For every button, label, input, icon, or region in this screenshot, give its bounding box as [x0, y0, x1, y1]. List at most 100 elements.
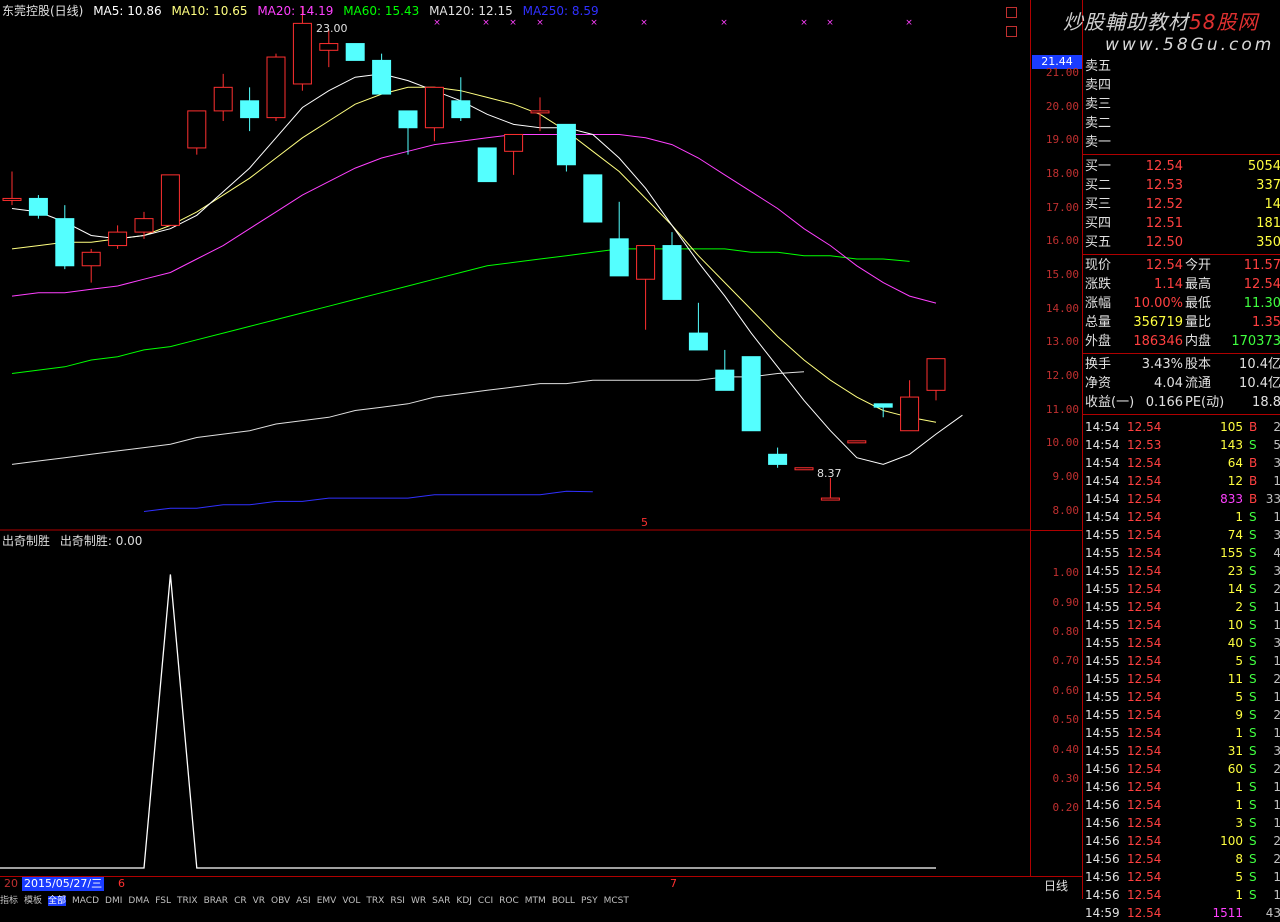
candle-body	[213, 86, 233, 112]
indicator-tab[interactable]: KDJ	[456, 896, 472, 906]
period-selector[interactable]: 日线	[1044, 877, 1068, 894]
candle-body	[345, 43, 365, 61]
stock-title[interactable]: 东莞控股(日线)	[2, 4, 83, 18]
indicator-tick: 0.90	[1052, 595, 1080, 609]
candle-body	[134, 218, 154, 233]
indicator-tab[interactable]: 全部	[48, 896, 67, 906]
tick-trade-row: 14:55 12.54 40 S 3	[1085, 636, 1280, 650]
candle-body	[715, 369, 735, 391]
indicator-tab[interactable]: RSI	[390, 896, 405, 906]
tick-trade-row: 14:55 12.54 23 S 3	[1085, 564, 1280, 578]
indicator-tab[interactable]: FSL	[155, 896, 171, 906]
restore-icon[interactable]	[1006, 7, 1017, 18]
indicator-tab[interactable]: BOLL	[552, 896, 575, 906]
candle-body	[768, 453, 788, 465]
price-tick: 19.00	[1045, 133, 1079, 147]
section-marker: 5	[641, 516, 648, 529]
indicator-tab[interactable]: CR	[234, 896, 247, 906]
ma5-line	[11, 73, 963, 465]
tick-trade-row: 14:56 12.54 5 S 1	[1085, 870, 1280, 884]
indicator-tab[interactable]: WR	[411, 896, 426, 906]
tick-trade-row: 14:54 12.53 143 S 5	[1085, 438, 1280, 452]
indicator-tab[interactable]: TRIX	[177, 896, 198, 906]
date-prefix: 20	[4, 877, 18, 890]
indicator-tab[interactable]: ROC	[499, 896, 519, 906]
price-tick: 18.00	[1045, 166, 1079, 180]
indicator-tab[interactable]: DMI	[105, 896, 122, 906]
candle-body	[926, 358, 946, 391]
indicator-tab[interactable]: VR	[253, 896, 265, 906]
price-tick: 8.00	[1052, 503, 1080, 517]
candle-body	[636, 245, 656, 280]
ma60-label: MA60: 15.43	[343, 4, 420, 18]
candle-body	[847, 440, 867, 444]
indicator-tabs: 指标 模板 全部 MACD DMI DMA FSL TRIX BRAR CR VR OBV ASI EMV…	[0, 893, 635, 906]
indicator-tab[interactable]: VOL	[342, 896, 360, 906]
candle-body	[530, 110, 550, 114]
indicator-tab[interactable]: BRAR	[204, 896, 228, 906]
indicator-tick: 1.00	[1052, 566, 1080, 580]
ma10-label: MA10: 10.65	[171, 4, 248, 18]
tick-trade-row: 14:55 12.54 1 S 1	[1085, 726, 1280, 740]
bid-row: 买四 12.51 181	[1085, 216, 1280, 231]
indicator-tab[interactable]: 指标	[0, 896, 18, 906]
price-tick: 20.00	[1045, 99, 1079, 113]
tick-trade-row: 14:55 12.54 5 S 1	[1085, 654, 1280, 668]
bottom-bar: 20 2015/05/27/三 日线 指标 模板 全部 MACD DMI DMA FSL TR…	[0, 876, 1082, 906]
candle-body	[820, 497, 840, 501]
indicator-tab[interactable]: MTM	[525, 896, 546, 906]
bid-row: 买五 12.50 350	[1085, 235, 1280, 250]
tick-trade-row: 14:55 12.54 11 S 2	[1085, 672, 1280, 686]
candle-body	[266, 56, 286, 119]
price-tick: 17.00	[1045, 200, 1079, 214]
tick-trade-row: 14:56 12.54 60 S 2	[1085, 762, 1280, 776]
indicator-tab[interactable]: TRX	[366, 896, 384, 906]
indicator-tab[interactable]: SAR	[432, 896, 450, 906]
price-tick: 11.00	[1045, 402, 1079, 416]
indicator-tab[interactable]: OBV	[271, 896, 290, 906]
axis-divider	[1031, 530, 1083, 531]
candle-body	[160, 174, 180, 226]
indicator-tab[interactable]: DMA	[128, 896, 149, 906]
price-tick: 16.00	[1045, 234, 1079, 248]
candle-body	[292, 22, 312, 85]
chart-canvas[interactable]: × × × × × × × × × ×	[0, 0, 1030, 876]
candle-body	[55, 218, 75, 267]
kline-chart[interactable]: × × × × × × × × × × 东莞控股(日线) MA5: 10.86 MA10: 10.…	[0, 0, 1030, 890]
ma250-label: MA250: 8.59	[522, 4, 599, 18]
candle-body	[28, 197, 48, 216]
stat-row: 净资 4.04 流通 10.4亿	[1085, 376, 1280, 391]
bid-row: 买三 12.52 14	[1085, 197, 1280, 212]
separator	[1083, 254, 1280, 255]
indicator-tab[interactable]: MCST	[604, 896, 629, 906]
ask-row: 卖四	[1085, 78, 1112, 93]
tick-trade-row: 14:56 12.54 8 S 2	[1085, 852, 1280, 866]
quote-row: 外盘 186346 内盘 170373	[1085, 334, 1280, 349]
signal-mark: ×	[826, 18, 834, 28]
indicator-header: 出奇制胜 出奇制胜: 0.00	[2, 532, 148, 549]
tick-trade-row: 14:56 12.54 3 S 1	[1085, 816, 1280, 830]
close-icon[interactable]	[1006, 26, 1017, 37]
candle-body	[609, 238, 629, 277]
tick-trade-row: 14:55 12.54 10 S 1	[1085, 618, 1280, 632]
tick-trade-row: 14:55 12.54 9 S 2	[1085, 708, 1280, 722]
tick-trade-row: 14:55 12.54 31 S 3	[1085, 744, 1280, 758]
price-tick: 9.00	[1052, 469, 1080, 483]
ma5-label: MA5: 10.86	[93, 4, 162, 18]
indicator-tab[interactable]: ASI	[296, 896, 311, 906]
tick-trade-row: 14:56 12.54 100 S 2	[1085, 834, 1280, 848]
indicator-tab[interactable]: EMV	[317, 896, 337, 906]
candle-body	[187, 110, 207, 149]
tick-trade-row: 14:59 12.54 1511 43	[1085, 906, 1280, 920]
ma120-label: MA120: 12.15	[429, 4, 513, 18]
separator	[1083, 414, 1280, 415]
indicator-tab[interactable]: MACD	[72, 896, 99, 906]
indicator-tab[interactable]: CCI	[478, 896, 493, 906]
indicator-tab[interactable]: PSY	[581, 896, 598, 906]
tick-trade-row: 14:54 12.54 105 B 2	[1085, 420, 1280, 434]
indicator-tab[interactable]: 模板	[24, 896, 42, 906]
ask-row: 卖一	[1085, 135, 1112, 150]
price-tick: 13.00	[1045, 335, 1079, 349]
signal-mark: ×	[536, 18, 544, 28]
candle-body	[81, 251, 101, 267]
